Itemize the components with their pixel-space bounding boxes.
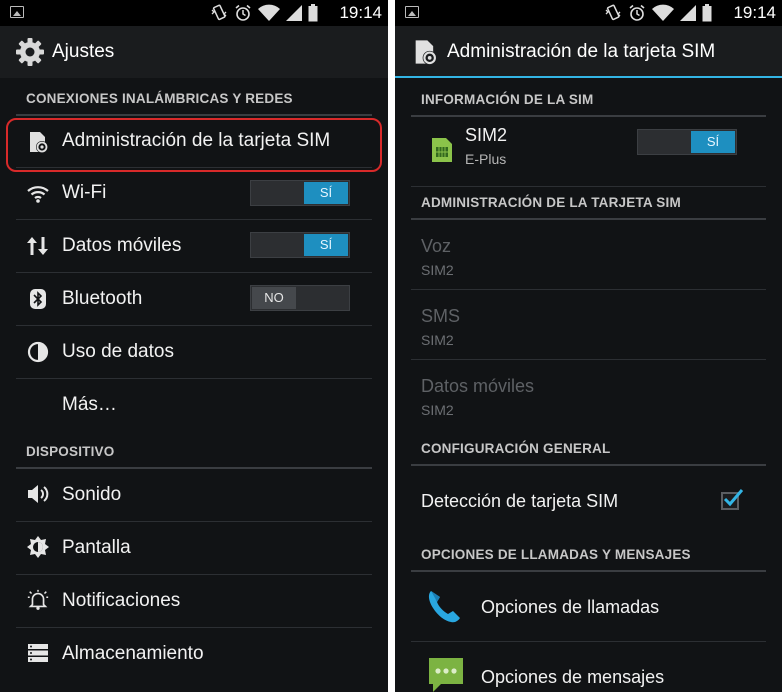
mobile-data-label: Datos móviles (62, 235, 182, 256)
action-bar: Administración de la tarjeta SIM (395, 26, 782, 78)
section-header-device: DISPOSITIVO (16, 433, 372, 469)
sim-settings-icon[interactable] (411, 38, 439, 66)
sim-management-screen: 19:14 Administración de la tarjeta SIM I… (395, 0, 782, 692)
bluetooth-item[interactable]: Bluetooth NO (16, 273, 372, 326)
data-usage-icon (26, 340, 50, 364)
display-item[interactable]: Pantalla (16, 522, 372, 575)
checkmark-icon (723, 489, 744, 507)
sim-detection-checkbox[interactable] (721, 489, 744, 510)
wifi-toggle-state: SÍ (304, 182, 348, 204)
gear-icon[interactable] (14, 36, 46, 68)
status-icons (604, 4, 712, 22)
message-options-item[interactable]: Opciones de mensajes (411, 642, 766, 692)
settings-screen: 19:14 Ajustes CONEXIONES INALÁMBRICAS Y … (0, 0, 388, 692)
status-bar: 19:14 (0, 0, 388, 26)
wifi-signal-icon (652, 4, 674, 21)
data-transfer-icon (26, 234, 50, 258)
sms-value: SIM2 (421, 332, 454, 348)
bluetooth-toggle-state: NO (252, 287, 296, 309)
wifi-icon (26, 182, 50, 206)
sim-detection-label: Detección de tarjeta SIM (421, 491, 619, 511)
mobile-data-value: SIM2 (421, 402, 454, 418)
sim2-item[interactable]: SIM2 E-Plus SÍ (411, 117, 766, 187)
battery-icon (308, 4, 318, 22)
status-bar: 19:14 (395, 0, 782, 26)
notifications-item[interactable]: Notificaciones (16, 575, 372, 628)
display-label: Pantalla (62, 537, 131, 558)
wifi-item[interactable]: Wi-Fi SÍ (16, 168, 372, 220)
data-usage-item[interactable]: Uso de datos (16, 326, 372, 379)
section-header-general: CONFIGURACIÓN GENERAL (411, 430, 766, 466)
section-header-sim-info: INFORMACIÓN DE LA SIM (411, 81, 766, 117)
bluetooth-icon (26, 287, 50, 311)
sound-label: Sonido (62, 484, 122, 505)
voice-value: SIM2 (421, 262, 454, 278)
mobile-data-item[interactable]: Datos móviles SÍ (16, 220, 372, 273)
call-options-item[interactable]: Opciones de llamadas (411, 572, 766, 642)
mobile-data-title: Datos móviles (421, 376, 535, 396)
wifi-signal-icon (258, 4, 280, 21)
mobile-data-toggle[interactable]: SÍ (250, 232, 350, 258)
cell-signal-icon (680, 5, 696, 21)
clock: 19:14 (339, 3, 382, 22)
sms-item[interactable]: SMS SIM2 (411, 290, 766, 360)
gallery-notification-icon (405, 6, 419, 18)
sim2-toggle[interactable]: SÍ (637, 129, 737, 155)
message-options-label: Opciones de mensajes (481, 667, 665, 687)
status-icons (210, 4, 318, 22)
sim-carrier: E-Plus (465, 151, 507, 167)
brightness-icon (26, 535, 50, 559)
section-header-wireless: CONEXIONES INALÁMBRICAS Y REDES (16, 80, 372, 116)
sim-detection-item[interactable]: Detección de tarjeta SIM (411, 466, 766, 536)
storage-icon (26, 641, 50, 665)
sim-admin-highlight (6, 118, 382, 172)
page-title: Administración de la tarjeta SIM (447, 41, 716, 62)
mobile-data-item[interactable]: Datos móviles SIM2 (411, 360, 766, 430)
gallery-notification-icon (10, 6, 24, 18)
action-bar: Ajustes (0, 26, 388, 78)
sim2-toggle-state: SÍ (691, 131, 735, 153)
speaker-icon (26, 482, 50, 506)
vibrate-icon (605, 4, 621, 21)
sms-title: SMS (421, 306, 461, 326)
call-options-label: Opciones de llamadas (481, 597, 660, 617)
more-label: Más… (62, 394, 117, 415)
wifi-label: Wi-Fi (62, 182, 107, 203)
cell-signal-icon (286, 5, 302, 21)
vibrate-icon (211, 4, 227, 21)
section-header-call-options: OPCIONES DE LLAMADAS Y MENSAJES (411, 536, 766, 572)
page-title: Ajustes (52, 41, 115, 62)
more-item[interactable]: Más… (16, 379, 372, 432)
battery-icon (702, 4, 712, 22)
phone-icon (425, 586, 465, 631)
section-header-sim-admin: ADMINISTRACIÓN DE LA TARJETA SIM (411, 184, 766, 220)
alarm-icon (629, 4, 645, 21)
clock: 19:14 (733, 3, 776, 22)
alarm-icon (235, 4, 251, 21)
mobile-data-toggle-state: SÍ (304, 234, 348, 256)
sim-name: SIM2 (465, 125, 508, 145)
voice-title: Voz (421, 236, 452, 256)
sound-item[interactable]: Sonido (16, 469, 372, 522)
voice-item[interactable]: Voz SIM2 (411, 220, 766, 290)
bell-icon (26, 588, 50, 612)
message-icon (427, 656, 465, 692)
notifications-label: Notificaciones (62, 590, 181, 611)
bluetooth-label: Bluetooth (62, 288, 143, 309)
sim-card-icon (431, 137, 453, 168)
storage-label: Almacenamiento (62, 643, 204, 664)
bluetooth-toggle[interactable]: NO (250, 285, 350, 311)
storage-item[interactable]: Almacenamiento (16, 628, 372, 681)
wifi-toggle[interactable]: SÍ (250, 180, 350, 206)
data-usage-label: Uso de datos (62, 341, 174, 362)
